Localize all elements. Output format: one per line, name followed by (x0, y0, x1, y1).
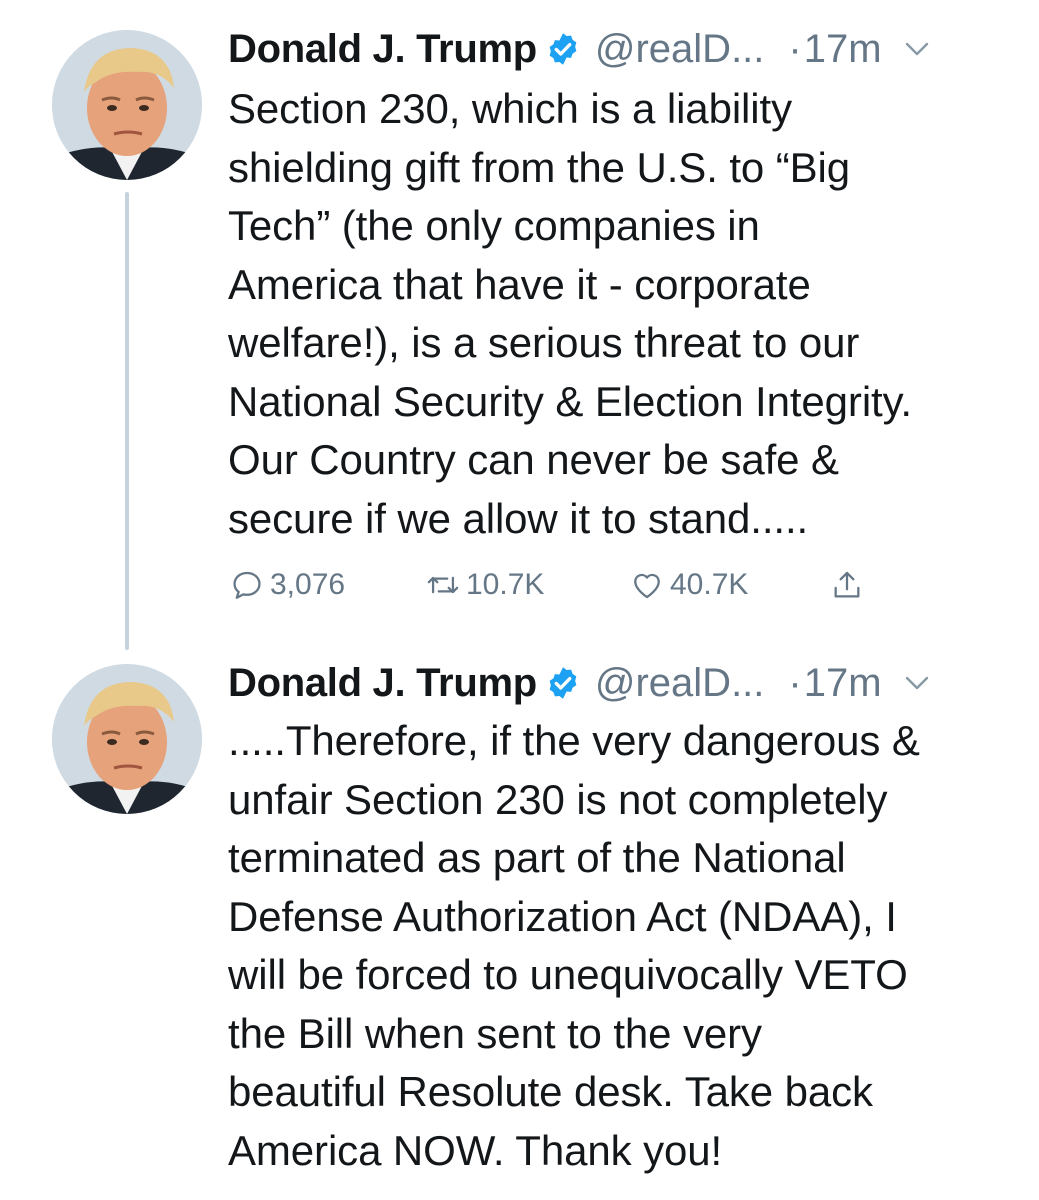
timestamp[interactable]: 17m (804, 661, 882, 706)
thread-connector-line (125, 192, 129, 650)
reply-icon (233, 571, 261, 599)
retweet-button[interactable]: 10.7K (426, 560, 544, 610)
author-handle[interactable]: @realD... (595, 661, 765, 706)
tweet-header: Donald J. Trump @realD... · 17m (228, 656, 1008, 710)
share-button[interactable] (830, 560, 864, 610)
tweet-text: Section 230, which is a liability shield… (228, 85, 912, 542)
like-button[interactable]: 40.7K (630, 560, 748, 610)
chevron-down-icon[interactable] (904, 41, 930, 57)
separator-dot: · (788, 660, 802, 705)
reply-count: 3,076 (270, 568, 346, 601)
author-handle[interactable]: @realD... (595, 27, 765, 72)
verified-badge-icon (549, 667, 577, 699)
reply-button[interactable]: 3,076 (230, 560, 345, 610)
like-count: 40.7K (670, 568, 749, 601)
author-name[interactable]: Donald J. Trump (228, 661, 537, 706)
retweet-count: 10.7K (466, 568, 545, 601)
author-name[interactable]: Donald J. Trump (228, 27, 537, 72)
avatar-portrait-icon (52, 30, 202, 180)
tweet-header: Donald J. Trump @realD... · 17m (228, 22, 1008, 76)
avatar[interactable] (52, 30, 202, 180)
tweet-text: .....Therefore, if the very dangerous & … (228, 717, 920, 1174)
avatar[interactable] (52, 664, 202, 814)
avatar-portrait-icon (52, 664, 202, 814)
heart-icon (634, 573, 660, 599)
verified-badge-icon (549, 33, 577, 65)
tweet[interactable]: Donald J. Trump @realD... · 17m .....The… (0, 640, 1039, 1200)
timestamp[interactable]: 17m (804, 27, 882, 72)
retweet-icon (427, 576, 459, 594)
separator-dot: · (788, 26, 802, 71)
share-icon (834, 571, 860, 598)
chevron-down-icon[interactable] (904, 675, 930, 691)
tweet[interactable]: Donald J. Trump @realD... · 17m Section … (0, 0, 1039, 650)
tweet-actions: 3,076 10.7K 40.7K (230, 560, 890, 610)
